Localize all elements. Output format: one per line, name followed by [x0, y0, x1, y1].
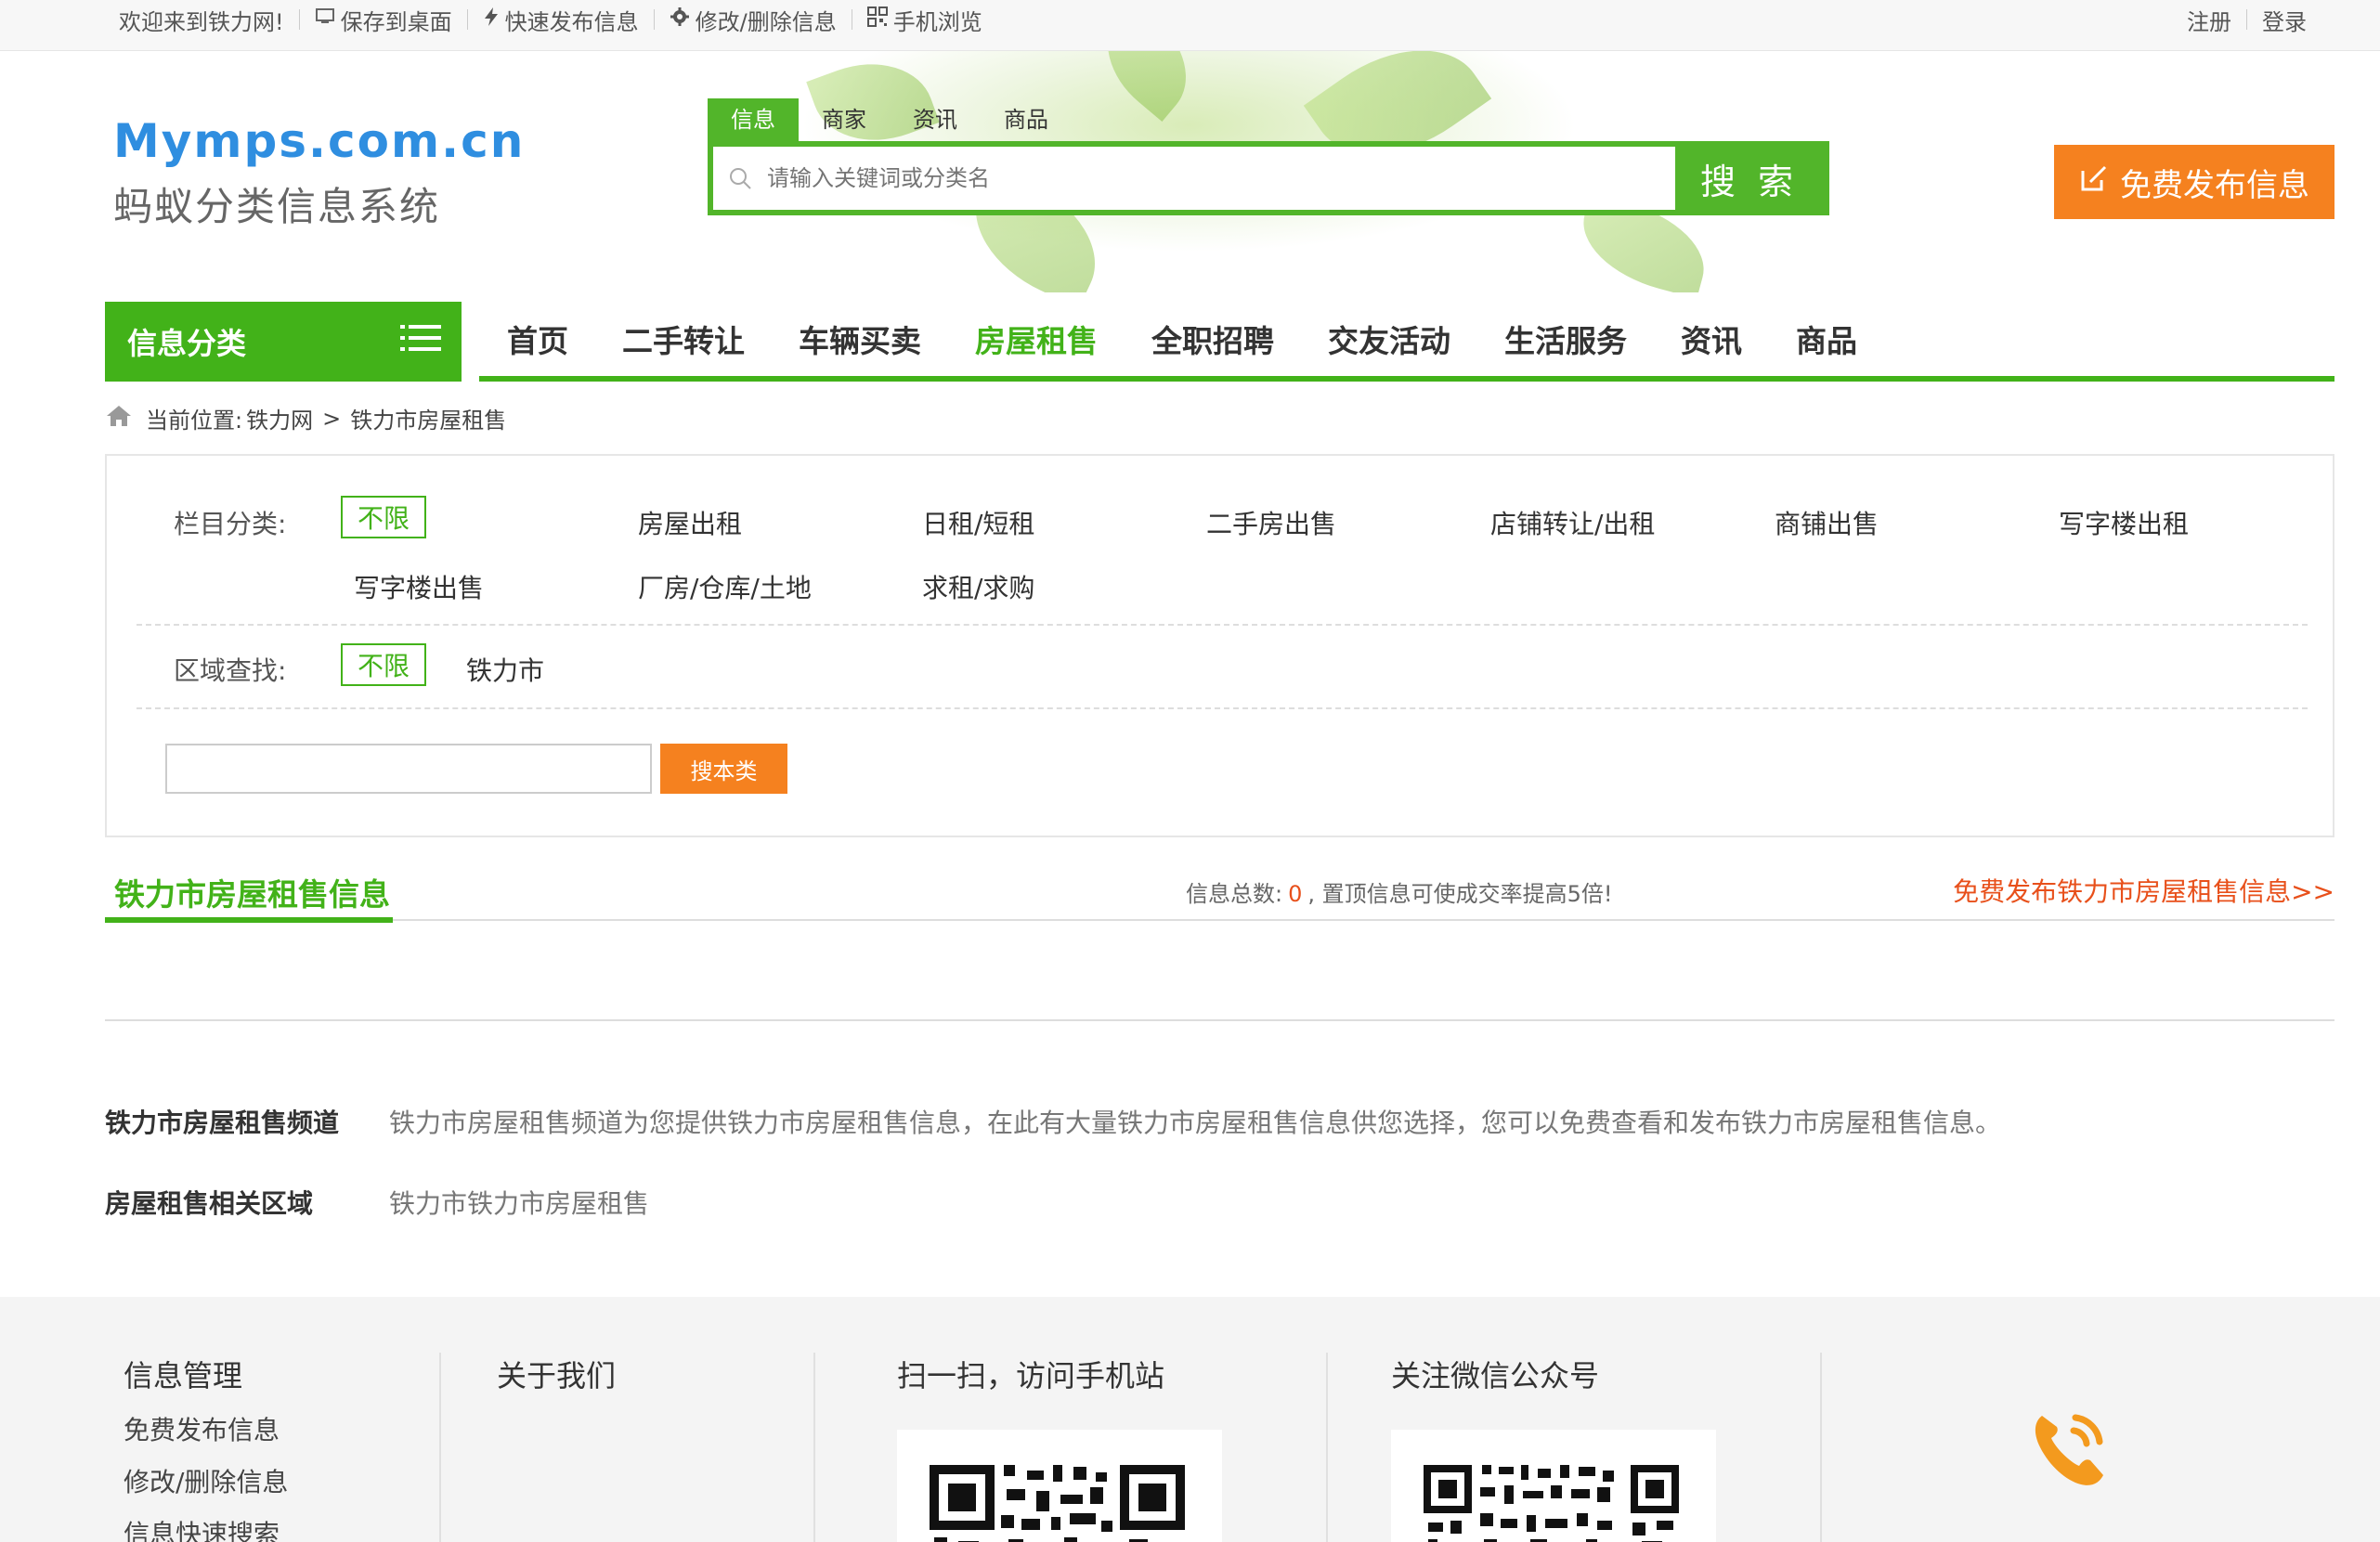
- area-nolimit-option[interactable]: 不限: [341, 643, 426, 686]
- breadcrumb-home-link[interactable]: 铁力网: [246, 402, 313, 434]
- search-tab-info[interactable]: 信息: [708, 98, 799, 141]
- register-link[interactable]: 注册: [2172, 4, 2246, 36]
- category-option[interactable]: 房屋出租: [638, 504, 742, 541]
- category-option[interactable]: 二手房出售: [1206, 504, 1336, 541]
- area-filter-row: 区域查找: 不限 铁力市: [137, 626, 2308, 709]
- info-count: 信息总数: 0, 置顶信息可使成交率提高5倍!: [1186, 881, 1613, 907]
- home-icon: [105, 404, 133, 434]
- search-tabs: 信息 商家 资讯 商品: [708, 98, 1072, 141]
- mobile-qrcode-image: [897, 1430, 1222, 1542]
- top-bar: 欢迎来到铁力网! 保存到桌面 快速发布信息 修改/删除信息 手机浏览 注册 登录: [0, 0, 2380, 51]
- nav-item-services[interactable]: 生活服务: [1504, 317, 1627, 361]
- section-title-underline: [105, 917, 393, 923]
- footer-divider: [1820, 1353, 1822, 1542]
- wechat-qrcode-image: [1391, 1430, 1716, 1542]
- nav-item-home[interactable]: 首页: [507, 317, 568, 361]
- search-tab-merchant[interactable]: 商家: [799, 98, 890, 141]
- category-option[interactable]: 商铺出售: [1775, 504, 1879, 541]
- search-tab-news[interactable]: 资讯: [890, 98, 981, 141]
- lightning-icon: [483, 6, 500, 32]
- list-icon: [400, 323, 441, 360]
- search-button[interactable]: 搜 索: [1675, 147, 1824, 210]
- category-search-input[interactable]: [165, 744, 652, 794]
- logo-text-en: Mymps.com.cn: [113, 114, 526, 168]
- category-option[interactable]: 写字楼出租: [2059, 504, 2189, 541]
- search-tab-goods[interactable]: 商品: [981, 98, 1072, 141]
- quick-post-link[interactable]: 快速发布信息: [466, 6, 654, 35]
- nav-item-jobs[interactable]: 全职招聘: [1151, 317, 1274, 361]
- nav-item-goods[interactable]: 商品: [1796, 317, 1857, 361]
- footer-wechat-qr: 关注微信公众号: [1391, 1353, 1599, 1395]
- category-option[interactable]: 店铺转让/出租: [1490, 504, 1655, 541]
- free-post-button[interactable]: 免费发布信息: [2054, 145, 2334, 219]
- category-option[interactable]: 日租/短租: [922, 504, 1034, 541]
- publish-link[interactable]: 免费发布铁力市房屋租售信息>>: [1953, 872, 2334, 909]
- search-input[interactable]: [767, 147, 1675, 210]
- edit-delete-link[interactable]: 修改/删除信息: [653, 6, 852, 35]
- category-menu-button[interactable]: 信息分类: [105, 302, 462, 382]
- mobile-browse-link[interactable]: 手机浏览: [851, 6, 997, 35]
- footer-col-title: 信息管理: [124, 1358, 243, 1393]
- area-option[interactable]: 铁力市: [466, 651, 544, 688]
- footer-divider: [1326, 1353, 1328, 1542]
- breadcrumb-current: 铁力市房屋租售: [350, 408, 507, 434]
- divider: [105, 1019, 2334, 1021]
- footer: 信息管理 免费发布信息 修改/删除信息 信息快速搜索 关于我们 扫一扫，访问手机…: [0, 1297, 2380, 1542]
- nav-item-social[interactable]: 交友活动: [1328, 317, 1450, 361]
- welcome-text: 欢迎来到铁力网!: [119, 8, 284, 35]
- site-logo[interactable]: Mymps.com.cn 蚂蚁分类信息系统: [113, 114, 525, 232]
- category-nolimit-option[interactable]: 不限: [341, 496, 426, 538]
- footer-link[interactable]: 信息快速搜索: [124, 1514, 288, 1542]
- qrcode-icon: [866, 6, 888, 32]
- filter-panel: 栏目分类: 不限 房屋出租 日租/短租 二手房出售 店铺转让/出租 商铺出售 写…: [105, 454, 2334, 837]
- category-option[interactable]: 求租/求购: [922, 568, 1034, 605]
- category-filter-label: 栏目分类:: [174, 509, 287, 539]
- section-title: 铁力市房屋租售信息: [114, 876, 390, 913]
- logo-text-cn: 蚂蚁分类信息系统: [113, 184, 441, 229]
- category-option[interactable]: 写字楼出售: [354, 568, 484, 605]
- channel-info-text: 铁力市房屋租售频道为您提供铁力市房屋租售信息，在此有大量铁力市房屋租售信息供您选…: [389, 1108, 2002, 1138]
- category-filter-row: 栏目分类: 不限 房屋出租 日租/短租 二手房出售 店铺转让/出租 商铺出售 写…: [137, 456, 2308, 626]
- login-link[interactable]: 登录: [2247, 4, 2321, 36]
- save-desktop-link[interactable]: 保存到桌面: [298, 7, 467, 35]
- header: Mymps.com.cn 蚂蚁分类信息系统 信息 商家 资讯 商品 搜 索 免费…: [0, 51, 2380, 292]
- footer-divider: [439, 1353, 441, 1542]
- search-area: 信息 商家 资讯 商品 搜 索: [708, 98, 1829, 215]
- area-filter-label: 区域查找:: [174, 655, 287, 686]
- nav-item-secondhand[interactable]: 二手转让: [622, 317, 745, 361]
- category-search-button[interactable]: 搜本类: [660, 744, 787, 794]
- footer-col-title: 关注微信公众号: [1391, 1358, 1600, 1393]
- footer-about: 关于我们: [497, 1353, 616, 1395]
- footer-info-management: 信息管理 免费发布信息 修改/删除信息 信息快速搜索: [124, 1353, 288, 1542]
- monitor-icon: [315, 7, 335, 32]
- footer-col-title: 扫一扫，访问手机站: [897, 1358, 1165, 1393]
- phone-icon: [2022, 1399, 2118, 1502]
- edit-icon: [2079, 163, 2120, 201]
- footer-divider: [813, 1353, 815, 1542]
- region-info-link[interactable]: 铁力市铁力市房屋租售: [389, 1184, 649, 1221]
- nav-item-vehicles[interactable]: 车辆买卖: [799, 317, 921, 361]
- main-nav: 首页 二手转让 车辆买卖 房屋租售 全职招聘 交友活动 生活服务 资讯 商品: [479, 302, 2334, 382]
- footer-mobile-qr: 扫一扫，访问手机站: [897, 1353, 1164, 1395]
- breadcrumb: 当前位置: 铁力网 > 铁力市房屋租售: [105, 402, 506, 434]
- leaf-decoration: [1084, 51, 1210, 122]
- gear-icon: [670, 6, 690, 32]
- footer-link[interactable]: 修改/删除信息: [124, 1462, 288, 1499]
- category-option[interactable]: 厂房/仓库/土地: [638, 568, 812, 605]
- listing-section-header: 铁力市房屋租售信息 信息总数: 0, 置顶信息可使成交率提高5倍! 免费发布铁力市…: [105, 862, 2334, 923]
- search-icon: [713, 147, 767, 210]
- nav-item-housing[interactable]: 房屋租售: [975, 317, 1098, 361]
- region-info-label: 房屋租售相关区域: [105, 1188, 314, 1219]
- footer-link[interactable]: 免费发布信息: [124, 1410, 288, 1447]
- channel-info-label: 铁力市房屋租售频道: [105, 1108, 340, 1138]
- search-box: 搜 索: [708, 141, 1829, 215]
- nav-item-news[interactable]: 资讯: [1681, 317, 1742, 361]
- footer-col-title[interactable]: 关于我们: [497, 1353, 616, 1395]
